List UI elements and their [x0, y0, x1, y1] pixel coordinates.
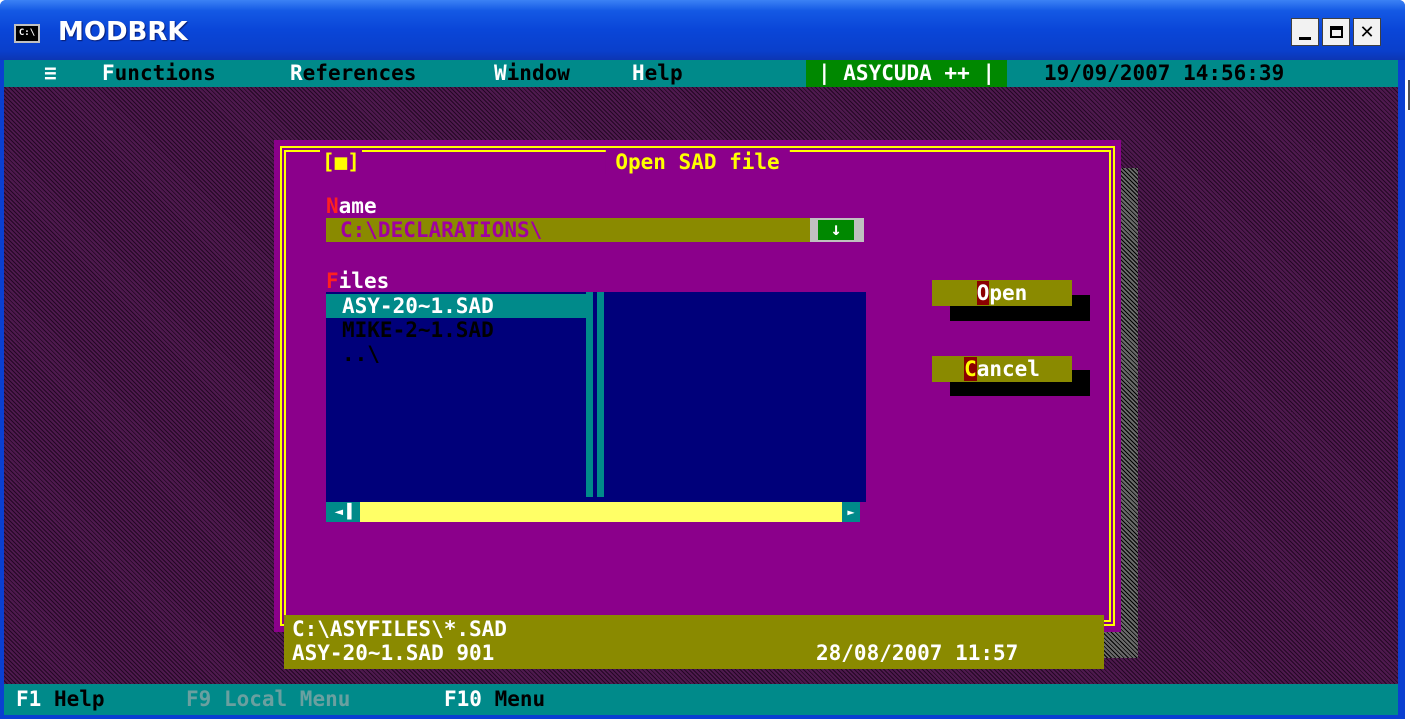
scroll-left-icon[interactable]: ◄▐	[326, 502, 360, 522]
arrow-down-icon: ↓	[818, 220, 854, 240]
list-item[interactable]: ..\	[326, 342, 586, 366]
file-info: ASY-20~1.SAD 901	[292, 641, 495, 665]
minimize-icon	[1299, 36, 1311, 40]
close-button[interactable]: ✕	[1353, 18, 1381, 46]
maximize-icon	[1329, 26, 1343, 38]
file-info-panel: C:\ASYFILES\*.SAD ASY-20~1.SAD 901 28/08…	[284, 615, 1104, 669]
open-button[interactable]: Open	[932, 280, 1072, 306]
column-divider	[586, 292, 604, 497]
dialog-close-box[interactable]: [■]	[320, 150, 362, 174]
status-key-local-menu: F9 Local Menu	[186, 687, 351, 711]
cancel-button[interactable]: Cancel	[932, 356, 1072, 382]
window-title: MODBRK	[58, 17, 188, 47]
close-icon: ✕	[1359, 21, 1375, 43]
console-area: ≡ Functions References Window Help | ASY…	[4, 60, 1398, 715]
console-icon: C:\	[14, 24, 40, 43]
menu-window[interactable]: Window	[494, 60, 570, 87]
name-input[interactable]: C:\DECLARATIONS\	[326, 218, 810, 242]
app-window: C:\ MODBRK ✕ ≡ Functions References Wind…	[0, 0, 1405, 719]
status-key-menu[interactable]: F10 Menu	[444, 684, 545, 715]
maximize-button[interactable]	[1322, 18, 1350, 46]
window-edge	[1405, 60, 1413, 719]
file-datetime: 28/08/2007 11:57	[816, 641, 1019, 665]
status-bar: F1 Help F9 Local Menu F10 Menu	[4, 684, 1398, 715]
system-menu-icon[interactable]: ≡	[44, 60, 57, 87]
list-item[interactable]: ASY-20~1.SAD	[326, 294, 586, 318]
dialog-title: Open SAD file	[605, 150, 790, 174]
files-list[interactable]: ASY-20~1.SAD MIKE-2~1.SAD ..\	[326, 292, 866, 502]
name-dropdown-button[interactable]: ↓	[810, 218, 864, 242]
menu-functions[interactable]: Functions	[102, 60, 216, 87]
minimize-button[interactable]	[1291, 18, 1319, 46]
horizontal-scrollbar[interactable]: ◄▐ ►	[326, 502, 860, 522]
status-key-help[interactable]: F1 Help	[16, 684, 105, 715]
clock: 19/09/2007 14:56:39	[1044, 61, 1285, 85]
menu-references[interactable]: References	[290, 60, 416, 87]
files-label: Files	[326, 269, 390, 293]
open-sad-dialog: [■] Open SAD file Name C:\DECLARATIONS\ …	[274, 140, 1121, 669]
list-item[interactable]: MIKE-2~1.SAD	[326, 318, 586, 342]
title-bar[interactable]: C:\ MODBRK ✕	[0, 0, 1405, 60]
menu-bar: ≡ Functions References Window Help | ASY…	[4, 60, 1398, 87]
menu-help[interactable]: Help	[632, 60, 683, 87]
name-label: Name	[326, 194, 377, 218]
product-badge: | ASYCUDA ++ |	[806, 60, 1008, 87]
scroll-right-icon[interactable]: ►	[842, 502, 860, 522]
file-path: C:\ASYFILES\*.SAD	[292, 617, 507, 641]
